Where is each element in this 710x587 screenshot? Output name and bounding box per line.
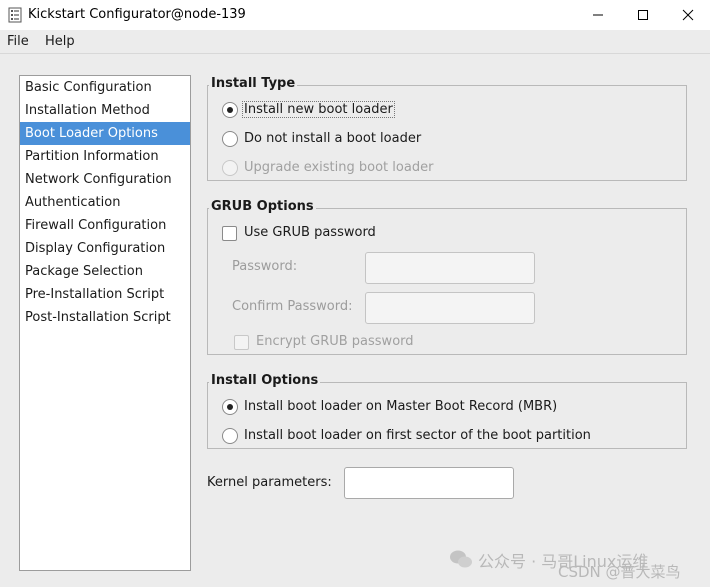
sidebar-item-installation-method[interactable]: Installation Method [20, 99, 190, 122]
confirm-password-label: Confirm Password: [232, 299, 353, 314]
app-icon [8, 7, 22, 23]
maximize-icon [638, 10, 648, 20]
do-not-install-label[interactable]: Do not install a boot loader [244, 131, 421, 146]
install-options-title: Install Options [209, 373, 321, 388]
install-mbr-radio[interactable] [222, 399, 238, 415]
minimize-icon [593, 14, 603, 16]
upgrade-existing-radio [222, 160, 238, 176]
upgrade-existing-label: Upgrade existing boot loader [244, 160, 434, 175]
sidebar-item-post-installation-script[interactable]: Post-Installation Script [20, 306, 190, 329]
use-grub-password-checkbox[interactable] [222, 226, 237, 241]
install-mbr-label[interactable]: Install boot loader on Master Boot Recor… [244, 399, 557, 414]
sidebar-item-package-selection[interactable]: Package Selection [20, 260, 190, 283]
menu-file[interactable]: File [7, 34, 29, 49]
confirm-password-field[interactable] [365, 292, 535, 324]
password-label: Password: [232, 259, 298, 274]
close-icon [682, 9, 694, 21]
menu-help[interactable]: Help [45, 34, 75, 49]
window-title: Kickstart Configurator@node-139 [28, 7, 246, 22]
encrypt-grub-password-label: Encrypt GRUB password [256, 334, 414, 349]
menu-bar: File Help [0, 30, 710, 54]
install-new-label[interactable]: Install new boot loader [242, 101, 395, 118]
sidebar-item-display-configuration[interactable]: Display Configuration [20, 237, 190, 260]
close-button[interactable] [665, 0, 710, 30]
install-boot-partition-label[interactable]: Install boot loader on first sector of t… [244, 428, 591, 443]
do-not-install-radio[interactable] [222, 131, 238, 147]
password-field[interactable] [365, 252, 535, 284]
encrypt-grub-password-checkbox [234, 335, 249, 350]
sidebar-item-network-configuration[interactable]: Network Configuration [20, 168, 190, 191]
title-bar: Kickstart Configurator@node-139 [0, 0, 710, 30]
sidebar-item-firewall-configuration[interactable]: Firewall Configuration [20, 214, 190, 237]
watermark-csdn: CSDN @普大菜鸟 [558, 563, 681, 581]
section-list: Basic Configuration Installation Method … [19, 75, 191, 571]
grub-options-title: GRUB Options [209, 199, 316, 214]
sidebar-item-partition-information[interactable]: Partition Information [20, 145, 190, 168]
sidebar-item-basic-configuration[interactable]: Basic Configuration [20, 76, 190, 99]
minimize-button[interactable] [575, 0, 621, 30]
maximize-button[interactable] [620, 0, 666, 30]
install-new-radio[interactable] [222, 102, 238, 118]
sidebar-item-authentication[interactable]: Authentication [20, 191, 190, 214]
sidebar-item-boot-loader-options[interactable]: Boot Loader Options [20, 122, 190, 145]
use-grub-password-label[interactable]: Use GRUB password [244, 225, 376, 240]
wechat-icon [450, 550, 472, 568]
kernel-parameters-field[interactable] [344, 467, 514, 499]
install-boot-partition-radio[interactable] [222, 428, 238, 444]
kernel-parameters-label: Kernel parameters: [207, 475, 332, 490]
sidebar-item-pre-installation-script[interactable]: Pre-Installation Script [20, 283, 190, 306]
install-type-title: Install Type [209, 76, 298, 91]
